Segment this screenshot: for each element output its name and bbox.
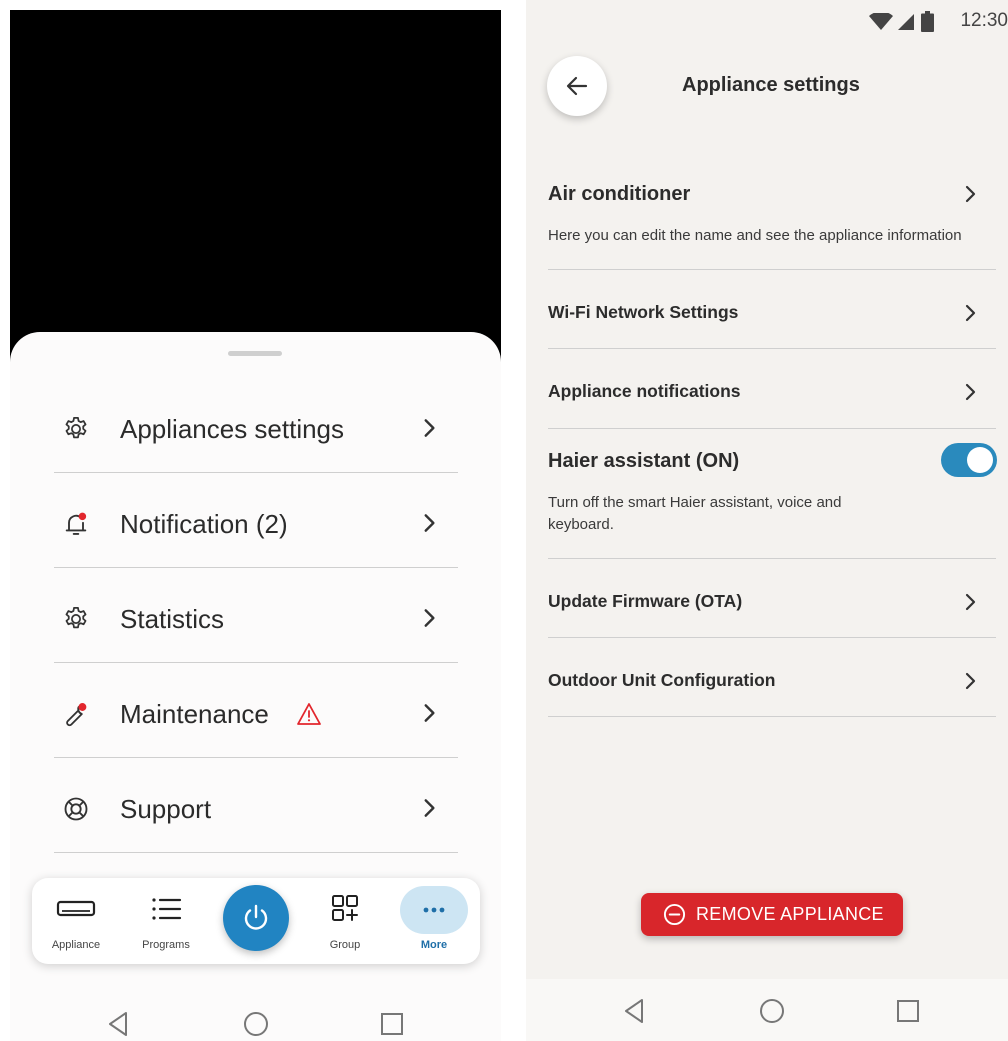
power-icon [244,904,268,930]
menu-item-support[interactable]: Support [54,758,458,853]
nav-recents-icon[interactable] [893,996,923,1026]
row-wifi-network-settings[interactable]: Wi-Fi Network Settings [548,270,996,349]
air-conditioner-icon [56,900,96,917]
row-label: Appliance notifications [548,381,741,401]
row-label: Air conditioner [548,183,691,205]
tab-label: Programs [142,939,190,951]
wifi-icon [869,13,893,30]
signal-icon [898,14,914,30]
nav-recents-icon[interactable] [377,1009,407,1039]
haier-assistant-toggle[interactable] [941,443,997,477]
tab-programs[interactable]: Programs [126,878,206,964]
chevron-right-icon [965,185,976,203]
chevron-right-icon [424,704,435,722]
row-update-firmware[interactable]: Update Firmware (OTA) [548,559,996,638]
chevron-right-icon [965,672,976,690]
menu-item-notification[interactable]: Notification (2) [54,473,458,568]
nav-home-icon[interactable] [241,1009,271,1039]
nav-back-icon[interactable] [104,1009,134,1039]
tab-more[interactable]: More [394,878,474,964]
toggle-knob [967,447,993,473]
row-label: Haier assistant (ON) [548,450,740,472]
menu-item-label: Maintenance [120,699,269,729]
row-air-conditioner[interactable]: Air conditioner Here you can edit the na… [548,172,996,270]
tab-label: Appliance [51,939,101,951]
chevron-right-icon [424,419,435,437]
menu-item-maintenance[interactable]: Maintenance [54,663,458,758]
lifebuoy-icon [64,797,88,821]
chevron-right-icon [965,593,976,611]
chevron-right-icon [965,383,976,401]
system-nav-bar [526,979,1008,1041]
tab-appliance[interactable]: Appliance [36,878,116,964]
chevron-right-icon [965,304,976,322]
row-description: Turn off the smart Haier assistant, voic… [548,494,842,533]
grid-plus-icon [332,895,358,921]
system-nav-bar [10,992,501,1041]
sheet-drag-handle[interactable] [228,351,282,356]
warning-icon [297,703,321,725]
tab-label: More [420,939,448,951]
more-bottom-sheet: Appliances settings Notification (2) Sta… [10,332,501,1041]
list-icon [152,898,182,920]
menu-item-label: Notification (2) [120,509,288,539]
row-description: Here you can edit the name and see the a… [548,227,962,244]
more-dots-icon [423,907,445,913]
tab-label: Group [329,939,361,951]
menu-item-label: Statistics [120,604,225,634]
row-label: Outdoor Unit Configuration [548,670,776,690]
menu-item-label: Support [120,794,212,824]
status-bar: 12:30 [808,0,1008,42]
menu-item-appliances-settings[interactable]: Appliances settings [54,378,458,473]
wrench-icon [66,703,87,727]
back-button[interactable] [547,56,607,116]
minus-circle-icon [663,903,686,926]
menu-item-label: Appliances settings [120,414,345,444]
chevron-right-icon [424,609,435,627]
gear-icon [65,607,87,629]
bell-icon [65,512,87,535]
row-label: Wi-Fi Network Settings [548,302,739,322]
menu-item-statistics[interactable]: Statistics [54,568,458,663]
status-time: 12:30 [960,10,1008,31]
row-haier-assistant: Haier assistant (ON) Turn off the smart … [548,429,997,559]
row-appliance-notifications[interactable]: Appliance notifications [548,349,996,429]
left-screen: Appliances settings Notification (2) Sta… [10,10,501,1041]
page-title: Appliance settings [682,74,860,96]
nav-home-icon[interactable] [757,996,787,1026]
power-button[interactable] [223,885,289,951]
remove-appliance-button[interactable]: REMOVE APPLIANCE [641,893,903,936]
right-screen: 12:30 Appliance settings Air conditioner… [526,0,1008,1041]
chevron-right-icon [424,799,435,817]
row-label: Update Firmware (OTA) [548,591,743,611]
nav-back-icon[interactable] [620,996,650,1026]
chevron-right-icon [424,514,435,532]
tab-group[interactable]: Group [305,878,385,964]
battery-icon [921,11,934,32]
arrow-left-icon [566,76,588,96]
bottom-tab-bar: Appliance Programs Group More [32,878,480,964]
gear-icon [65,417,87,439]
row-outdoor-unit-configuration[interactable]: Outdoor Unit Configuration [548,638,996,717]
remove-appliance-label: REMOVE APPLIANCE [696,904,884,924]
